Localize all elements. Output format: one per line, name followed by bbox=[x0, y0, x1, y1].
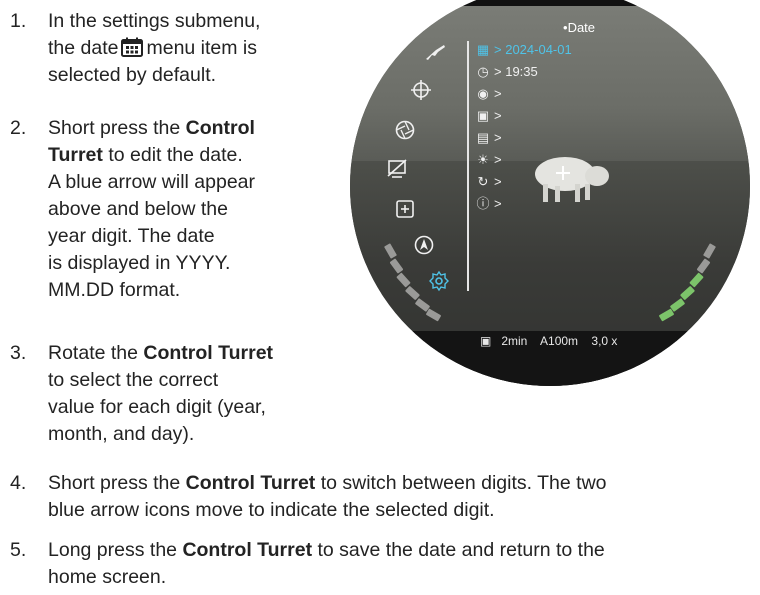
time-value: 19:35 bbox=[505, 64, 538, 79]
step-text: menu item is bbox=[146, 37, 258, 59]
menu-item-info[interactable]: ⓘ > bbox=[475, 195, 501, 213]
display-settings-icon: ▤ bbox=[476, 130, 490, 145]
menu-item-display[interactable]: ▤ > bbox=[475, 129, 502, 147]
display-timer-icon: ▣ bbox=[480, 334, 492, 348]
menu-item-brightness[interactable]: ☀ > bbox=[475, 151, 501, 169]
step-text: Short press the bbox=[48, 472, 181, 494]
display-off-icon[interactable] bbox=[386, 158, 408, 180]
reset-icon: ↻ bbox=[477, 174, 489, 189]
control-turret-term: Control Turret bbox=[182, 539, 313, 561]
step-text: the date bbox=[48, 37, 119, 59]
zoom-box-icon[interactable] bbox=[394, 198, 416, 220]
step-text: MM.DD format. bbox=[48, 279, 181, 301]
step-number: 5. bbox=[10, 539, 27, 561]
step-body: Short press the Control Turret to edit t… bbox=[48, 115, 255, 304]
step-number: 4. bbox=[10, 472, 27, 494]
clock-icon: ◷ bbox=[477, 64, 489, 79]
step-text: to save the date and return to the bbox=[312, 539, 605, 561]
scope-view: Date ▦> 2024-04-01 ◷> 19:35 ◉> ▣> ▤> ☀> … bbox=[350, 0, 750, 386]
step-text: value for each digit (year, bbox=[48, 396, 266, 418]
step-number: 2. bbox=[10, 117, 27, 139]
step-number: 3. bbox=[10, 342, 27, 364]
control-turret-term: Control Turret bbox=[185, 472, 316, 494]
menu-item-language[interactable]: ◉ > bbox=[475, 85, 501, 103]
date-value: 2024-04-01 bbox=[505, 42, 572, 57]
info-icon: ⓘ bbox=[476, 196, 490, 211]
control-turret-term: Control Turret bbox=[143, 342, 274, 364]
menu-item-reset[interactable]: ↻ > bbox=[475, 173, 502, 191]
compass-icon[interactable] bbox=[413, 234, 435, 256]
step-body: Rotate the Control Turret to select the … bbox=[48, 340, 273, 448]
step-1: 1. In the settings submenu, the date menu… bbox=[10, 8, 330, 98]
step-text: blue arrow icons move to indicate the se… bbox=[48, 499, 495, 521]
step-text: is displayed in YYYY. bbox=[48, 252, 231, 274]
control-turret-term: Control bbox=[185, 117, 255, 139]
calendar-icon bbox=[121, 37, 144, 57]
step-text: month, and day). bbox=[48, 423, 195, 445]
aperture-icon[interactable] bbox=[394, 119, 416, 141]
step-number: 1. bbox=[10, 10, 27, 32]
step-text: Rotate the bbox=[48, 342, 138, 364]
brightness-icon: ☀ bbox=[477, 152, 489, 167]
image-calibration-icon: ▣ bbox=[476, 108, 490, 123]
step-3: 3. Rotate the Control Turret to select t… bbox=[10, 340, 340, 455]
step-body: Long press the Control Turret to save th… bbox=[48, 537, 753, 591]
menu-item-time[interactable]: ◷ > 19:35 bbox=[475, 63, 538, 81]
display-timer: 2min bbox=[501, 334, 528, 348]
boar-image bbox=[535, 157, 609, 202]
step-text: selected by default. bbox=[48, 64, 217, 86]
menu-divider bbox=[467, 41, 469, 291]
bottom-status-text: ▣ 2min A100m 3,0 x bbox=[480, 334, 627, 348]
step-text: above and below the bbox=[48, 198, 228, 220]
step-text: to select the correct bbox=[48, 369, 219, 391]
step-text: year digit. The date bbox=[48, 225, 215, 247]
step-text: to edit the date. bbox=[102, 144, 243, 166]
step-body: Short press the Control Turret to switch… bbox=[48, 470, 753, 524]
control-turret-term: Turret bbox=[48, 144, 103, 166]
submenu-title: Date bbox=[563, 20, 595, 35]
step-text: to switch between digits. The two bbox=[315, 472, 607, 494]
menu-item-calibration[interactable]: ▣ > bbox=[475, 107, 502, 125]
step-text: home screen. bbox=[48, 566, 167, 588]
zoom-value: 3,0 x bbox=[591, 334, 618, 348]
crosshair-icon[interactable] bbox=[410, 79, 432, 101]
step-4: 4. Short press the Control Turret to swi… bbox=[10, 470, 755, 526]
step-5: 5. Long press the Control Turret to save… bbox=[10, 537, 755, 593]
step-text: Long press the bbox=[48, 539, 178, 561]
range-value: A100m bbox=[540, 334, 579, 348]
settings-gear-icon[interactable] bbox=[428, 270, 450, 292]
menu-item-date[interactable]: ▦ > 2024-04-01 bbox=[475, 41, 572, 59]
step-text: A blue arrow will appear bbox=[48, 171, 256, 193]
step-body: In the settings submenu, the date menu it… bbox=[48, 8, 260, 89]
step-text: Short press the bbox=[48, 117, 181, 139]
step-text: In the settings submenu, bbox=[48, 10, 261, 32]
calendar-icon: ▦ bbox=[476, 42, 490, 57]
step-2: 2. Short press the Control Turret to edi… bbox=[10, 115, 340, 325]
top-status-bar bbox=[460, 0, 640, 6]
rifle-icon[interactable] bbox=[424, 41, 446, 63]
globe-icon: ◉ bbox=[477, 86, 489, 101]
